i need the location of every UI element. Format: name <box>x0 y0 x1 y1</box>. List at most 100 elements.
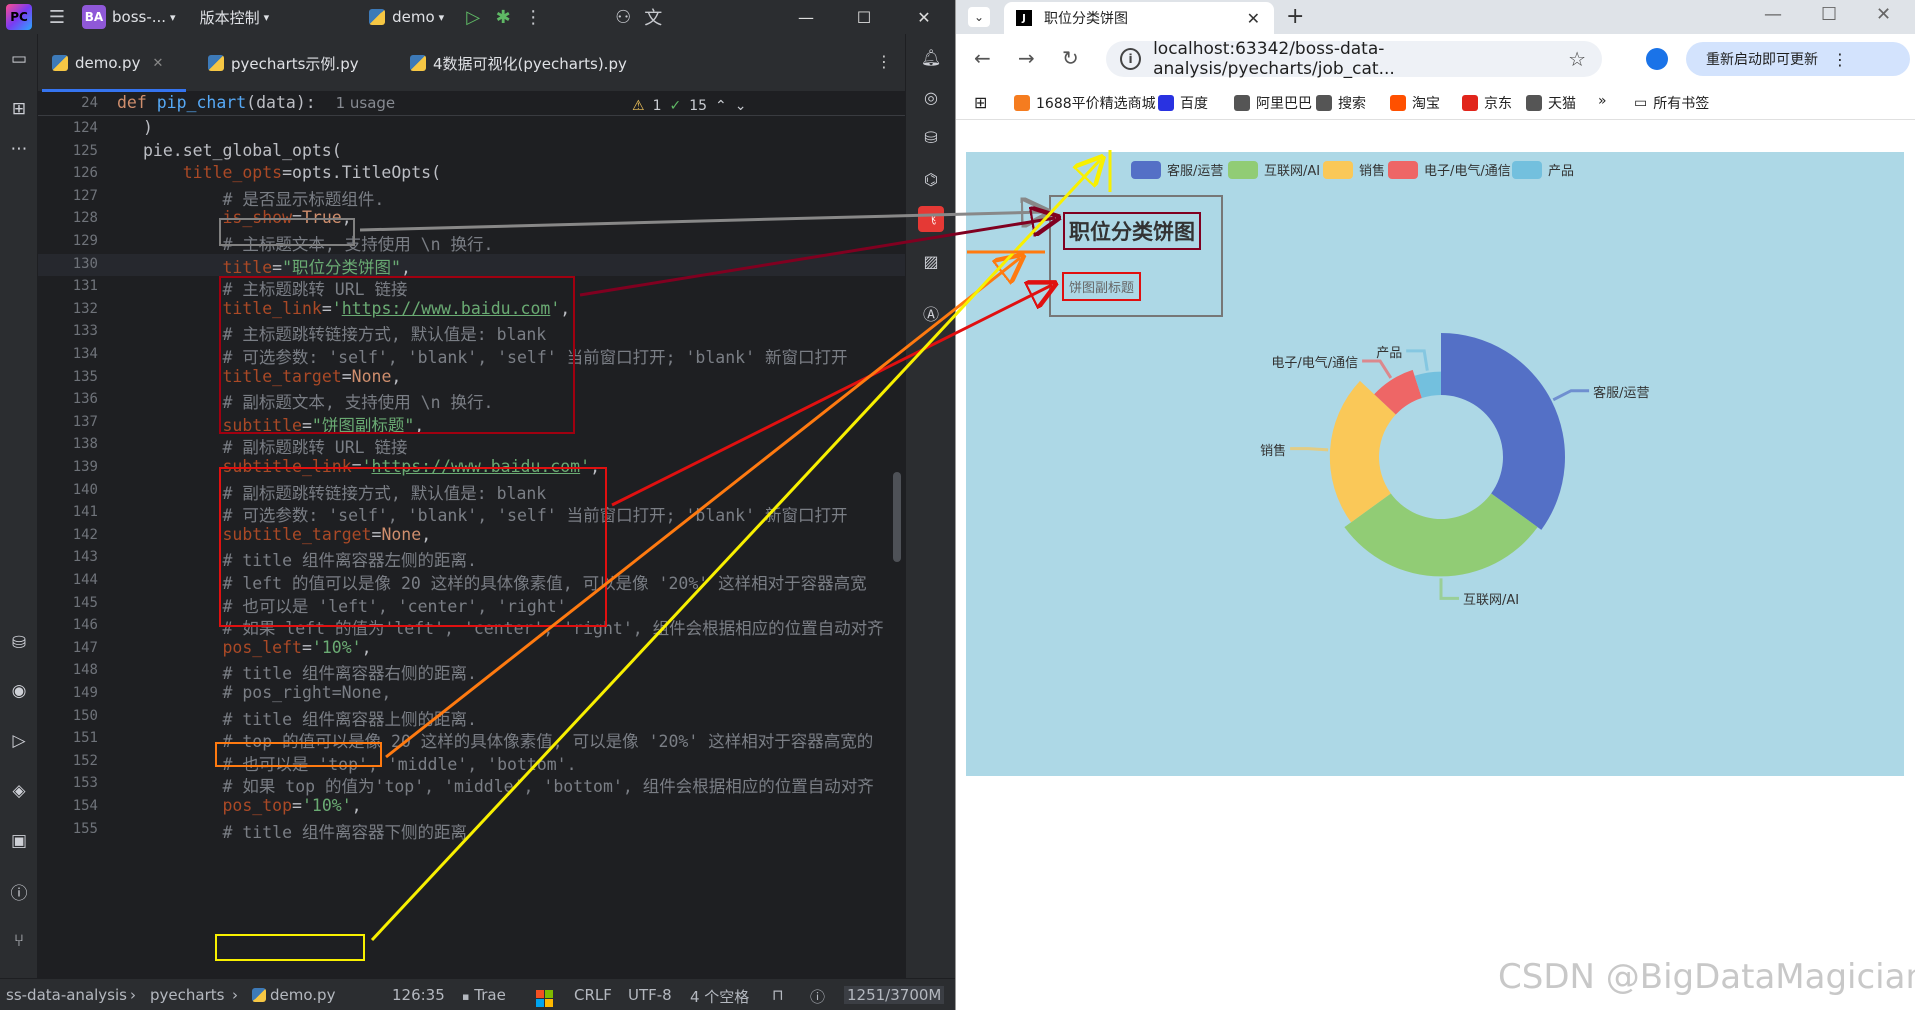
label-line <box>1406 349 1429 371</box>
run-config-selector[interactable]: demo ▾ <box>369 8 444 26</box>
bookmark-item[interactable]: 百度 <box>1158 93 1208 113</box>
code-token: , <box>414 415 425 435</box>
code-token[interactable]: https://www.baidu.com <box>372 457 581 476</box>
relaunch-update-button[interactable]: 重新启动即可更新 ⋮ <box>1686 42 1910 76</box>
more-actions-icon[interactable]: ⋮ <box>518 7 548 28</box>
lock-icon[interactable]: ⊓ <box>772 986 784 1004</box>
terminal-icon[interactable]: ▣ <box>6 828 32 854</box>
tab-demo-py[interactable]: demo.py ✕ <box>52 48 163 78</box>
minimize-icon[interactable]: — <box>782 0 830 34</box>
site-info-icon[interactable]: i <box>1120 48 1142 70</box>
close-tab-icon[interactable]: ✕ <box>152 56 163 71</box>
vcs-menu[interactable]: 版本控制 ▾ <box>200 7 270 28</box>
layers-icon[interactable]: ◈ <box>6 778 32 804</box>
new-tab-icon[interactable]: + <box>1286 4 1304 29</box>
menu-dots-icon[interactable]: ⋮ <box>1832 50 1848 69</box>
run-tool-icon[interactable]: ▷ <box>6 728 32 754</box>
reload-icon[interactable]: ↻ <box>1062 46 1079 70</box>
forward-icon[interactable]: → <box>1018 46 1035 70</box>
translate-tool-icon[interactable]: Ⓐ <box>918 300 944 326</box>
ide-logo-icon[interactable]: PC <box>6 4 32 30</box>
translate-icon[interactable]: 文 <box>638 4 668 30</box>
code-editor[interactable]: 24 def pip_chart(data): 1 usage ⚠ 1 ✓ 15 ⌃… <box>38 92 905 978</box>
maximize-icon[interactable]: ☐ <box>1821 4 1837 25</box>
indent-setting[interactable]: 4 个空格 <box>690 986 749 1007</box>
maximize-icon[interactable]: ☐ <box>840 0 888 34</box>
bookmark-item[interactable]: 京东 <box>1462 93 1512 113</box>
address-bar[interactable]: i localhost:63342/boss-data-analysis/pye… <box>1106 39 1602 79</box>
bookmark-item[interactable]: 天猫 <box>1526 93 1576 113</box>
line-number: 135 <box>72 368 98 385</box>
chart-title[interactable]: 职位分类饼图 <box>1063 212 1201 250</box>
code-token: title_target <box>222 366 342 386</box>
browser-tabstrip: ⌄ J 职位分类饼图 ✕ + — ☐ ✕ <box>956 0 1915 34</box>
legend-item[interactable]: 销售 <box>1323 160 1385 179</box>
code-token[interactable]: https://www.baidu.com <box>342 299 551 318</box>
project-switcher[interactable]: BA boss-... ▾ <box>82 5 176 29</box>
legend-item[interactable]: 互联网/AI <box>1228 160 1320 179</box>
close-icon[interactable]: ✕ <box>900 0 948 34</box>
profile-avatar-icon[interactable] <box>1646 48 1668 70</box>
legend-item[interactable]: 客服/运营 <box>1131 160 1223 179</box>
all-bookmarks[interactable]: ▭ 所有书签 <box>1634 93 1709 113</box>
bookmark-item[interactable]: 阿里巴巴 <box>1234 93 1312 113</box>
services-icon[interactable]: ◉ <box>6 678 32 704</box>
inspection-widget[interactable]: ⚠ 1 ✓ 15 ⌃ ⌄ <box>632 98 747 114</box>
database-icon[interactable]: ⛁ <box>6 630 32 656</box>
run-icon[interactable]: ▷ <box>458 7 488 28</box>
git-icon[interactable]: ⑂ <box>6 928 32 954</box>
notifications-icon[interactable]: 🔔︎ <box>918 44 944 70</box>
apps-grid-icon[interactable]: ⊞ <box>974 93 987 112</box>
usage-hint[interactable]: 1 usage <box>336 94 396 112</box>
bookmark-item[interactable]: 搜索 <box>1316 93 1366 113</box>
pie-slice[interactable] <box>1441 333 1565 530</box>
memory-indicator[interactable]: 1251/3700M <box>844 986 945 1004</box>
chevron-up-icon[interactable]: ⌃ <box>715 98 727 114</box>
back-icon[interactable]: ← <box>974 46 991 70</box>
python-console-icon[interactable]: ⌬ <box>918 166 944 192</box>
bookmark-item[interactable]: 1688平价精选商城 <box>1014 93 1156 113</box>
scrollbar[interactable] <box>893 472 901 562</box>
add-user-icon[interactable]: ⚇ <box>608 7 638 28</box>
chart-subtitle[interactable]: 饼图副标题 <box>1062 272 1142 301</box>
tab-options-icon[interactable]: ⋮ <box>876 52 892 71</box>
status-bar: ss-data-analysis › pyecharts › demo.py 1… <box>0 978 955 1010</box>
info-icon[interactable]: ⓘ <box>810 986 825 1007</box>
legend-item[interactable]: 产品 <box>1512 160 1574 179</box>
caret-position[interactable]: 126:35 <box>392 986 445 1004</box>
line-separator[interactable]: CRLF <box>574 986 612 1004</box>
pie-chart-container[interactable]: 客服/运营 互联网/AI 销售 电子/电气/通信 产品 职位分类饼图 饼图副标题 客服/… <box>966 152 1904 776</box>
tool-label: Trae <box>474 986 506 1004</box>
debug-icon[interactable]: ✱ <box>488 7 518 28</box>
tab-search-icon[interactable]: ⌄ <box>968 7 990 27</box>
image-icon[interactable]: ▨ <box>918 248 944 274</box>
bookmarks-overflow-icon[interactable]: » <box>1598 93 1607 109</box>
breadcrumb-file[interactable]: demo.py <box>252 986 335 1004</box>
ai-assistant-icon[interactable]: ◎ <box>918 84 944 110</box>
breadcrumb-project[interactable]: ss-data-analysis <box>6 986 127 1004</box>
line-number: 146 <box>72 617 98 634</box>
bookmark-star-icon[interactable]: ☆ <box>1568 47 1586 71</box>
file-encoding[interactable]: UTF-8 <box>628 986 672 1004</box>
hamburger-menu-icon[interactable]: ☰ <box>42 7 72 28</box>
bookmark-item[interactable]: 淘宝 <box>1390 93 1440 113</box>
warning-icon: ⚠ <box>632 98 645 114</box>
problems-icon[interactable]: ⓘ <box>6 878 32 904</box>
breadcrumb-folder[interactable]: pyecharts <box>150 986 224 1004</box>
vcs-label: 版本控制 <box>199 8 260 27</box>
minimize-icon[interactable]: — <box>1764 4 1782 25</box>
close-tab-icon[interactable]: ✕ <box>1247 9 1260 28</box>
database-icon[interactable]: ⛁ <box>918 124 944 150</box>
tab-pyecharts-example[interactable]: pyecharts示例.py <box>208 48 359 78</box>
browser-tab-active[interactable]: J 职位分类饼图 ✕ <box>1004 2 1274 34</box>
folder-icon[interactable]: ▭ <box>6 46 32 72</box>
chevron-down-icon[interactable]: ⌄ <box>735 98 747 114</box>
feishu-plugin-icon[interactable]: 飞 <box>918 206 944 232</box>
label-line <box>1290 447 1329 452</box>
tab-visualization[interactable]: 4数据可视化(pyecharts).py <box>410 48 627 78</box>
more-icon[interactable]: ⋯ <box>6 136 32 162</box>
tool-indicator[interactable]: ▪ Trae <box>462 986 506 1004</box>
structure-icon[interactable]: ⊞ <box>6 96 32 122</box>
legend-item[interactable]: 电子/电气/通信 <box>1388 160 1511 179</box>
close-icon[interactable]: ✕ <box>1876 4 1891 25</box>
